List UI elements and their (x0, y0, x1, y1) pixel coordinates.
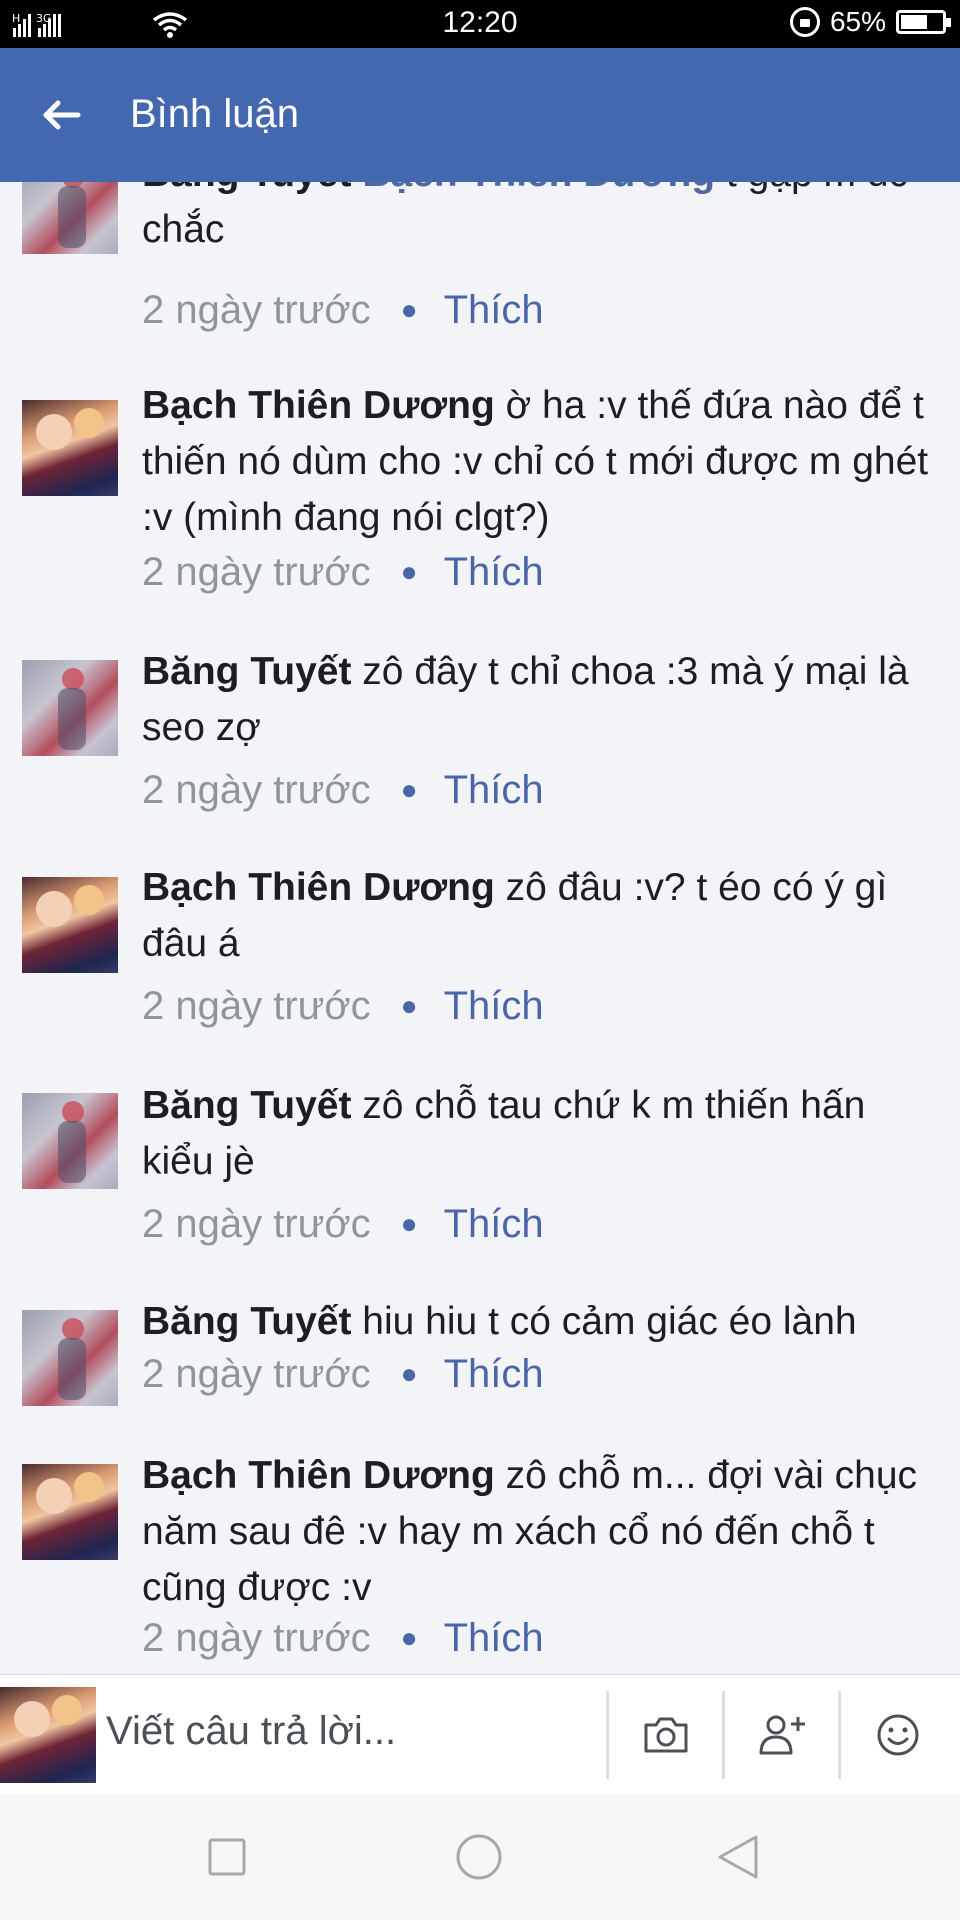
comment-body: Bạch Thiên Dương zô chỗ m... đợi vài chụ… (142, 1448, 940, 1616)
reply-input[interactable]: Viết câu trả lời... (106, 1709, 396, 1754)
divider (606, 1691, 609, 1779)
comment-author[interactable]: Bạch Thiên Dương (142, 384, 495, 427)
separator-dot-icon: ● (400, 1622, 418, 1653)
separator-dot-icon: ● (400, 294, 418, 325)
avatar[interactable] (22, 182, 118, 254)
back-triangle-icon[interactable] (712, 1832, 762, 1882)
like-link[interactable]: Thích (444, 288, 544, 332)
comment-author[interactable]: Bạch Thiên Dương (142, 1454, 495, 1497)
camera-icon[interactable] (640, 1709, 692, 1761)
comment-body: Bạch Thiên Dương zô đâu :v? t éo có ý gì… (142, 860, 940, 972)
comment-time: 2 ngày trước (142, 1202, 371, 1246)
comment-author[interactable]: Băng Tuyết (142, 1300, 351, 1343)
comment-meta: 2 ngày trước ● Thích (142, 1610, 544, 1666)
divider (722, 1691, 725, 1779)
comment-author[interactable]: Băng Tuyết (142, 182, 351, 195)
divider (838, 1691, 841, 1779)
comment-body: Băng Tuyết hiu hiu t có cảm giác éo lành (142, 1294, 940, 1350)
avatar[interactable] (22, 1310, 118, 1406)
system-nav-bar (0, 1794, 960, 1920)
comment-meta: 2 ngày trước ● Thích (142, 1346, 544, 1402)
like-link[interactable]: Thích (444, 550, 544, 594)
like-link[interactable]: Thích (444, 984, 544, 1028)
recent-apps-icon[interactable] (202, 1832, 252, 1882)
comment-text: hiu hiu t có cảm giác éo lành (351, 1300, 857, 1343)
comment-body: Băng Tuyết Bạch Thiên Dương t gặp m đc c… (142, 182, 940, 258)
comment-time: 2 ngày trước (142, 1616, 371, 1660)
comment-time: 2 ngày trước (142, 984, 371, 1028)
arrow-left-icon[interactable] (40, 90, 90, 140)
like-link[interactable]: Thích (444, 1352, 544, 1396)
comment-meta: 2 ngày trước ● Thích (142, 978, 544, 1034)
rotation-lock-icon (789, 7, 820, 37)
separator-dot-icon: ● (400, 1358, 418, 1389)
comment-author[interactable]: Bạch Thiên Dương (142, 866, 495, 909)
avatar (0, 1687, 96, 1783)
comment-time: 2 ngày trước (142, 550, 371, 594)
like-link[interactable]: Thích (444, 1616, 544, 1660)
comment-meta: 2 ngày trước ● Thích (142, 762, 544, 818)
comment-time: 2 ngày trước (142, 768, 371, 812)
comment-time: 2 ngày trước (142, 288, 371, 332)
comment-mention[interactable]: Bạch Thiên Dương (362, 182, 715, 195)
comment-author[interactable]: Băng Tuyết (142, 650, 351, 693)
home-icon[interactable] (454, 1832, 504, 1882)
battery-percent: 65% (829, 6, 886, 37)
comment-list: Băng Tuyết Bạch Thiên Dương t gặp m đc c… (0, 182, 960, 1674)
tag-friend-icon[interactable] (756, 1709, 808, 1761)
comment-meta: 2 ngày trước ● Thích (142, 1196, 544, 1252)
emoji-icon[interactable] (872, 1709, 924, 1761)
comment-time: 2 ngày trước (142, 1352, 371, 1396)
comment-body: Băng Tuyết zô chỗ tau chứ k m thiến hấn … (142, 1078, 940, 1190)
status-bar: H 3G 12:20 65% (0, 0, 960, 48)
comment-body: Băng Tuyết zô đây t chỉ choa :3 mà ý mại… (142, 644, 940, 756)
page-title: Bình luận (130, 92, 300, 136)
separator-dot-icon: ● (400, 774, 418, 805)
comment-body: Bạch Thiên Dương ờ ha :v thế đứa nào để … (142, 378, 940, 546)
like-link[interactable]: Thích (444, 768, 544, 812)
separator-dot-icon: ● (400, 1208, 418, 1239)
avatar[interactable] (22, 877, 118, 973)
app-header: Bình luận (0, 48, 960, 182)
avatar[interactable] (22, 660, 118, 756)
avatar[interactable] (22, 1464, 118, 1560)
separator-dot-icon: ● (400, 556, 418, 587)
separator-dot-icon: ● (400, 990, 418, 1021)
like-link[interactable]: Thích (444, 1202, 544, 1246)
comment-author[interactable]: Băng Tuyết (142, 1084, 351, 1127)
avatar[interactable] (22, 400, 118, 496)
comment-meta: 2 ngày trước ● Thích (142, 544, 544, 600)
avatar[interactable] (22, 1093, 118, 1189)
reply-bar: Viết câu trả lời... (0, 1674, 960, 1795)
battery-icon (896, 10, 951, 34)
comment-meta: 2 ngày trước ● Thích (142, 282, 544, 338)
